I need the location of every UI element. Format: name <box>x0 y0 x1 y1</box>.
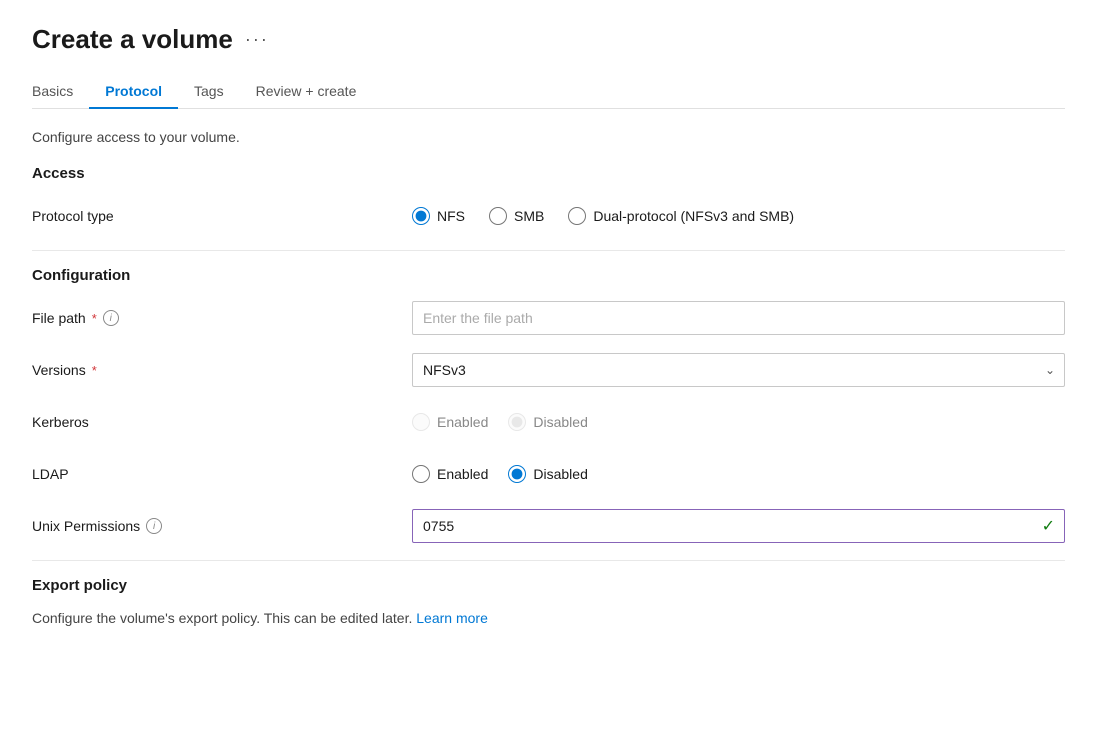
protocol-smb-radio[interactable] <box>489 207 507 225</box>
kerberos-radio-group: Enabled Disabled <box>412 413 1065 431</box>
export-policy-description: Configure the volume's export policy. Th… <box>32 610 1065 626</box>
versions-control: NFSv3 NFSv4.1 ⌄ <box>412 353 1065 387</box>
file-path-control <box>412 301 1065 335</box>
configuration-section: Configuration File path * i Versions * N… <box>32 267 1065 544</box>
file-path-required: * <box>92 311 97 326</box>
unix-permissions-row: Unix Permissions i ✓ <box>32 508 1065 544</box>
ldap-disabled-radio[interactable] <box>508 465 526 483</box>
versions-required: * <box>92 363 97 378</box>
ldap-row: LDAP Enabled Disabled <box>32 456 1065 492</box>
export-policy-heading: Export policy <box>32 577 1065 594</box>
versions-row: Versions * NFSv3 NFSv4.1 ⌄ <box>32 352 1065 388</box>
protocol-dual-option[interactable]: Dual-protocol (NFSv3 and SMB) <box>568 207 794 225</box>
ldap-radio-group: Enabled Disabled <box>412 465 1065 483</box>
file-path-label: File path * i <box>32 310 412 326</box>
protocol-nfs-label: NFS <box>437 208 465 224</box>
ldap-enabled-label: Enabled <box>437 466 488 482</box>
kerberos-enabled-option[interactable]: Enabled <box>412 413 488 431</box>
kerberos-disabled-radio[interactable] <box>508 413 526 431</box>
versions-label: Versions * <box>32 362 412 378</box>
page-title: Create a volume <box>32 24 233 55</box>
unix-permissions-info-icon[interactable]: i <box>146 518 162 534</box>
kerberos-row: Kerberos Enabled Disabled <box>32 404 1065 440</box>
versions-select[interactable]: NFSv3 NFSv4.1 <box>412 353 1065 387</box>
access-heading: Access <box>32 165 1065 182</box>
section-divider-1 <box>32 250 1065 251</box>
ldap-disabled-option[interactable]: Disabled <box>508 465 587 483</box>
tab-protocol[interactable]: Protocol <box>89 75 178 109</box>
tab-tags[interactable]: Tags <box>178 75 240 109</box>
protocol-nfs-option[interactable]: NFS <box>412 207 465 225</box>
ldap-control: Enabled Disabled <box>412 465 1065 483</box>
protocol-smb-label: SMB <box>514 208 544 224</box>
unix-permissions-input[interactable] <box>412 509 1065 543</box>
file-path-row: File path * i <box>32 300 1065 336</box>
unix-input-wrapper: ✓ <box>412 509 1065 543</box>
section-divider-2 <box>32 560 1065 561</box>
kerberos-control: Enabled Disabled <box>412 413 1065 431</box>
file-path-input[interactable] <box>412 301 1065 335</box>
unix-permissions-control: ✓ <box>412 509 1065 543</box>
page-title-row: Create a volume ··· <box>32 24 1065 55</box>
access-section: Access Protocol type NFS SMB Dual-protoc… <box>32 165 1065 234</box>
protocol-type-label: Protocol type <box>32 208 412 224</box>
unix-permissions-label: Unix Permissions i <box>32 518 412 534</box>
protocol-nfs-radio[interactable] <box>412 207 430 225</box>
file-path-info-icon[interactable]: i <box>103 310 119 326</box>
kerberos-disabled-option[interactable]: Disabled <box>508 413 587 431</box>
protocol-type-options: NFS SMB Dual-protocol (NFSv3 and SMB) <box>412 207 1065 225</box>
protocol-smb-option[interactable]: SMB <box>489 207 544 225</box>
ldap-enabled-radio[interactable] <box>412 465 430 483</box>
tab-basics[interactable]: Basics <box>32 75 89 109</box>
tab-review-create[interactable]: Review + create <box>240 75 373 109</box>
page-subtitle: Configure access to your volume. <box>32 129 1065 145</box>
learn-more-link[interactable]: Learn more <box>416 610 488 626</box>
ldap-disabled-label: Disabled <box>533 466 587 482</box>
kerberos-enabled-radio[interactable] <box>412 413 430 431</box>
more-options-icon[interactable]: ··· <box>245 29 269 50</box>
protocol-dual-radio[interactable] <box>568 207 586 225</box>
ldap-label: LDAP <box>32 466 412 482</box>
protocol-dual-label: Dual-protocol (NFSv3 and SMB) <box>593 208 794 224</box>
configuration-heading: Configuration <box>32 267 1065 284</box>
protocol-type-row: Protocol type NFS SMB Dual-protocol (NFS… <box>32 198 1065 234</box>
versions-select-wrapper: NFSv3 NFSv4.1 ⌄ <box>412 353 1065 387</box>
tab-bar: Basics Protocol Tags Review + create <box>32 75 1065 109</box>
ldap-enabled-option[interactable]: Enabled <box>412 465 488 483</box>
kerberos-label: Kerberos <box>32 414 412 430</box>
export-policy-section: Export policy Configure the volume's exp… <box>32 577 1065 626</box>
kerberos-enabled-label: Enabled <box>437 414 488 430</box>
kerberos-disabled-label: Disabled <box>533 414 587 430</box>
